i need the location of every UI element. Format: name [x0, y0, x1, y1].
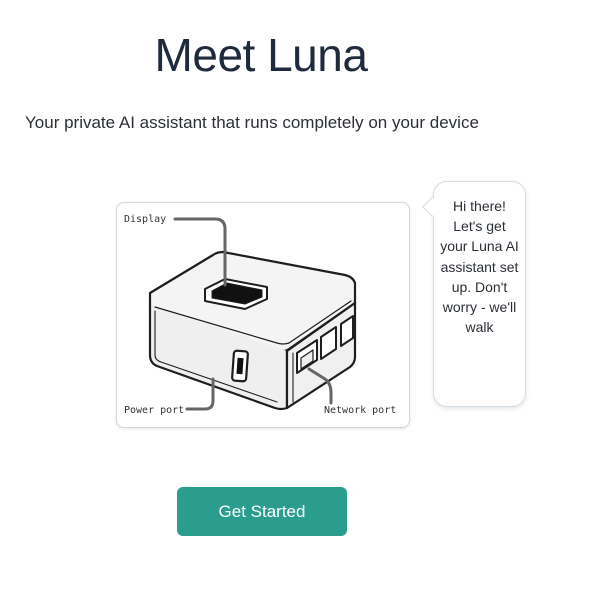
onboarding-page: Meet Luna Your private AI assistant that… [0, 0, 600, 591]
speech-bubble: Hi there! Let's get your Luna AI assista… [433, 181, 526, 407]
device-illustration [148, 250, 357, 411]
speech-bubble-text: Hi there! Let's get your Luna AI assista… [440, 198, 519, 336]
power-port-label: Power port [124, 405, 184, 416]
page-subtitle: Your private AI assistant that runs comp… [25, 113, 479, 132]
page-title: Meet Luna [154, 29, 368, 81]
network-port-label: Network port [324, 405, 396, 416]
device-diagram-card: Display Power port Network port [116, 202, 410, 428]
device-diagram: Display Power port Network port [124, 214, 396, 416]
display-label: Display [124, 214, 166, 225]
get-started-button[interactable]: Get Started [177, 487, 347, 536]
